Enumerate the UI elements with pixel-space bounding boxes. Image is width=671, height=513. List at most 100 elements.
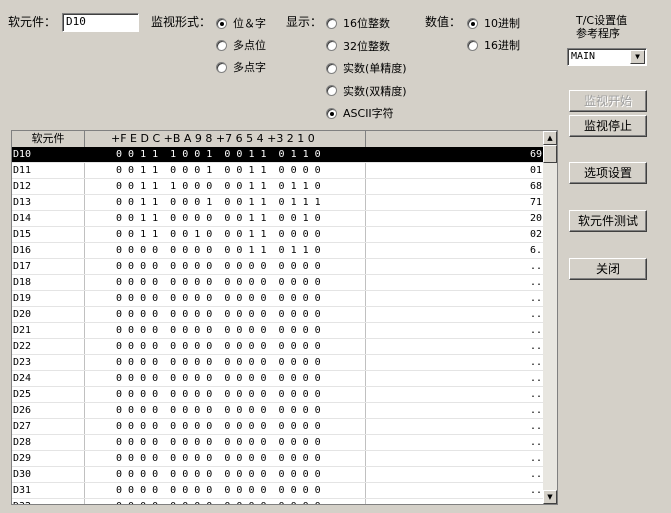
radio-label: 实数(单精度) [343, 62, 407, 75]
cell-bits: 0 0 1 1 0 0 0 0 0 0 1 1 0 0 1 0 [85, 211, 366, 226]
monitor-stop-button[interactable]: 监视停止 [569, 115, 647, 137]
chevron-down-icon[interactable]: ▼ [630, 50, 645, 64]
cell-value: .. [529, 293, 542, 304]
cell-bits: 0 0 0 0 0 0 0 0 0 0 0 0 0 0 0 0 [85, 435, 366, 450]
cell-device: D24 [12, 371, 85, 386]
monitor-start-button[interactable]: 监视开始 [569, 90, 647, 112]
radio-button-icon[interactable] [216, 39, 227, 51]
radio-label: 位＆字 [233, 17, 266, 30]
cell-device: D14 [12, 211, 85, 226]
num-group-option[interactable]: 10进制 [467, 15, 520, 31]
vertical-scrollbar[interactable]: ▲ ▼ [543, 131, 557, 504]
cell-device: D31 [12, 483, 85, 498]
table-row[interactable]: D20 0 0 0 0 0 0 0 0 0 0 0 0 0 0 0 0.. [12, 307, 544, 323]
cell-device: D17 [12, 259, 85, 274]
cell-bits: 0 0 0 0 0 0 0 0 0 0 0 0 0 0 0 0 [85, 451, 366, 466]
cell-device: D28 [12, 435, 85, 450]
table-row[interactable]: D18 0 0 0 0 0 0 0 0 0 0 0 0 0 0 0 0.. [12, 275, 544, 291]
options-button[interactable]: 选项设置 [569, 162, 647, 184]
header-value [366, 131, 544, 147]
cell-value: .. [529, 261, 542, 272]
radio-button-icon[interactable] [326, 62, 337, 74]
triangle-up-icon[interactable]: ▲ [543, 131, 557, 145]
table-row[interactable]: D24 0 0 0 0 0 0 0 0 0 0 0 0 0 0 0 0.. [12, 371, 544, 387]
radio-label: 多点字 [233, 61, 266, 74]
cell-value: .. [529, 325, 542, 336]
cell-bits: 0 0 0 0 0 0 0 0 0 0 0 0 0 0 0 0 [85, 307, 366, 322]
cell-value: .. [529, 373, 542, 384]
table-row[interactable]: D29 0 0 0 0 0 0 0 0 0 0 0 0 0 0 0 0.. [12, 451, 544, 467]
radio-button-icon[interactable] [467, 17, 478, 29]
header-device: 软元件 [12, 131, 85, 147]
table-row[interactable]: D25 0 0 0 0 0 0 0 0 0 0 0 0 0 0 0 0.. [12, 387, 544, 403]
radio-button-icon[interactable] [216, 17, 227, 29]
table-row[interactable]: D30 0 0 0 0 0 0 0 0 0 0 0 0 0 0 0 0.. [12, 467, 544, 483]
table-row[interactable]: D14 0 0 1 1 0 0 0 0 0 0 1 1 0 0 1 0 20 [12, 211, 544, 227]
table-row[interactable]: D22 0 0 0 0 0 0 0 0 0 0 0 0 0 0 0 0.. [12, 339, 544, 355]
grid-rows: D10 0 0 1 1 1 0 0 1 0 0 1 1 0 1 1 0 69 D11 0… [12, 147, 544, 504]
table-row[interactable]: D16 0 0 0 0 0 0 0 0 0 0 1 1 0 1 1 0 6. [12, 243, 544, 259]
mf-group-option[interactable]: 位＆字 [216, 15, 266, 31]
cell-value: .. [529, 389, 542, 400]
table-row[interactable]: D27 0 0 0 0 0 0 0 0 0 0 0 0 0 0 0 0.. [12, 419, 544, 435]
close-button[interactable]: 关闭 [569, 258, 647, 280]
radio-button-icon[interactable] [326, 40, 337, 51]
cell-device: D22 [12, 339, 85, 354]
table-row[interactable]: D13 0 0 1 1 0 0 0 1 0 0 1 1 0 1 1 1 71 [12, 195, 544, 211]
cell-bits: 0 0 0 0 0 0 0 0 0 0 0 0 0 0 0 0 [85, 291, 366, 306]
table-row[interactable]: D11 0 0 1 1 0 0 0 1 0 0 1 1 0 0 0 0 01 [12, 163, 544, 179]
disp-group-option[interactable]: 32位整数 [326, 38, 390, 54]
monitor-format-label: 监视形式： [151, 15, 212, 29]
cell-value: 01 [529, 165, 542, 176]
cell-device: D32 [12, 499, 85, 504]
cell-bits: 0 0 1 1 1 0 0 1 0 0 1 1 0 1 1 0 [85, 147, 366, 162]
num-group-option[interactable]: 16进制 [467, 37, 520, 53]
tc-label-line1: T/C设置值 [576, 14, 628, 27]
scroll-thumb[interactable] [543, 145, 557, 163]
radio-button-icon[interactable] [467, 39, 478, 51]
mf-group-option[interactable]: 多点位 [216, 37, 266, 53]
device-test-button[interactable]: 软元件测试 [569, 210, 647, 232]
table-row[interactable]: D28 0 0 0 0 0 0 0 0 0 0 0 0 0 0 0 0.. [12, 435, 544, 451]
disp-group-option[interactable]: 实数(双精度) [326, 83, 407, 99]
cell-value: 68 [529, 181, 542, 192]
cell-bits: 0 0 0 0 0 0 0 0 0 0 0 0 0 0 0 0 [85, 499, 366, 504]
disp-group-option[interactable]: 实数(单精度) [326, 60, 407, 76]
table-row[interactable]: D19 0 0 0 0 0 0 0 0 0 0 0 0 0 0 0 0.. [12, 291, 544, 307]
cell-value: 71 [529, 197, 542, 208]
cell-bits: 0 0 0 0 0 0 0 0 0 0 0 0 0 0 0 0 [85, 275, 366, 290]
radio-button-icon[interactable] [326, 85, 337, 96]
table-row[interactable]: D31 0 0 0 0 0 0 0 0 0 0 0 0 0 0 0 0.. [12, 483, 544, 499]
table-row[interactable]: D320 0 0 0 0 0 0 0 0 0 0 0 0 0 0 0.. [12, 499, 544, 504]
radio-button-icon[interactable] [326, 17, 337, 29]
table-row[interactable]: D21 0 0 0 0 0 0 0 0 0 0 0 0 0 0 0 0.. [12, 323, 544, 339]
device-monitor-grid[interactable]: 软元件 +F E D C +B A 9 8 +7 6 5 4 +3 2 1 0 … [11, 130, 558, 505]
cell-value: 6. [529, 245, 542, 256]
cell-bits: 0 0 1 1 1 0 0 0 0 0 1 1 0 1 1 0 [85, 179, 366, 194]
cell-device: D20 [12, 307, 85, 322]
radio-label: 10进制 [484, 17, 520, 30]
table-row[interactable]: D10 0 0 1 1 1 0 0 1 0 0 1 1 0 1 1 0 69 [12, 147, 544, 163]
cell-device: D27 [12, 419, 85, 434]
radio-button-icon[interactable] [216, 61, 227, 73]
numeric-label: 数值： [425, 15, 462, 29]
cell-device: D23 [12, 355, 85, 370]
table-row[interactable]: D26 0 0 0 0 0 0 0 0 0 0 0 0 0 0 0 0.. [12, 403, 544, 419]
cell-value: .. [529, 341, 542, 352]
table-row[interactable]: D23 0 0 0 0 0 0 0 0 0 0 0 0 0 0 0 0.. [12, 355, 544, 371]
cell-value: .. [529, 357, 542, 368]
cell-value: .. [529, 405, 542, 416]
radio-button-icon[interactable] [326, 107, 337, 119]
disp-group-option[interactable]: 16位整数 [326, 15, 390, 31]
program-select[interactable]: MAIN ▼ [567, 48, 647, 66]
disp-group-option[interactable]: ASCII字符 [326, 105, 394, 121]
device-input[interactable]: D10 [62, 13, 139, 32]
grid-header: 软元件 +F E D C +B A 9 8 +7 6 5 4 +3 2 1 0 [12, 131, 544, 148]
table-row[interactable]: D12 0 0 1 1 1 0 0 0 0 0 1 1 0 1 1 0 68 [12, 179, 544, 195]
mf-group-option[interactable]: 多点字 [216, 59, 266, 75]
table-row[interactable]: D15 0 0 1 1 0 0 1 0 0 0 1 1 0 0 0 0 02 [12, 227, 544, 243]
table-row[interactable]: D17 0 0 0 0 0 0 0 0 0 0 0 0 0 0 0 0.. [12, 259, 544, 275]
cell-bits: 0 0 0 0 0 0 0 0 0 0 0 0 0 0 0 0 [85, 371, 366, 386]
triangle-down-icon[interactable]: ▼ [543, 490, 557, 504]
cell-bits: 0 0 0 0 0 0 0 0 0 0 0 0 0 0 0 0 [85, 323, 366, 338]
